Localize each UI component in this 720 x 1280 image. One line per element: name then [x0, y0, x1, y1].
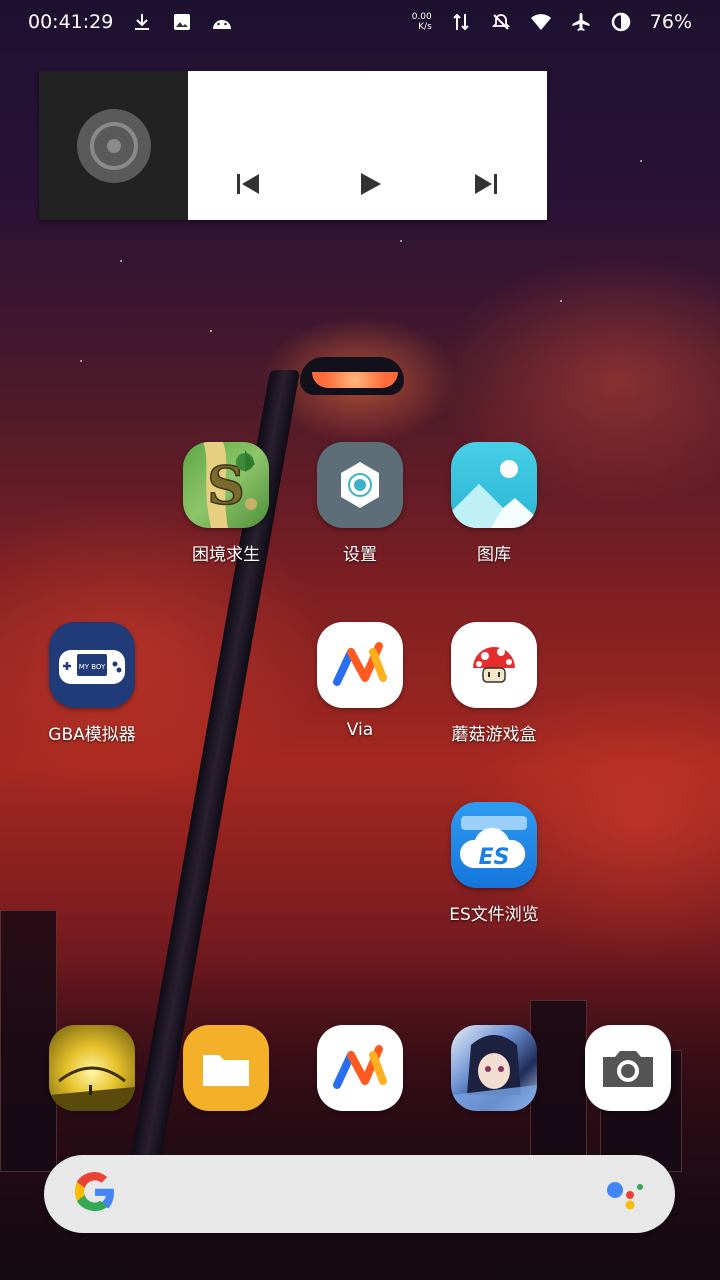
files-icon	[183, 1025, 269, 1111]
es-file-icon: ES	[451, 802, 537, 888]
clock: 00:41:29	[28, 11, 114, 33]
dock-app-via[interactable]	[300, 1025, 420, 1111]
dock-app-scene[interactable]	[32, 1025, 152, 1111]
gba-emulator-icon: MY BOY	[49, 622, 135, 708]
image-icon	[171, 11, 193, 33]
app-es-file-explorer[interactable]: ES ES文件浏览	[434, 802, 554, 925]
app-label: ES文件浏览	[449, 905, 539, 925]
disc-icon	[76, 108, 151, 183]
app-label: 蘑菇游戏盒	[451, 725, 537, 745]
app-gba-emulator[interactable]: MY BOY GBA模拟器	[32, 622, 152, 745]
gallery-icon	[451, 442, 537, 528]
star	[210, 330, 212, 332]
star	[80, 360, 82, 362]
play-icon	[361, 173, 381, 195]
play-button[interactable]	[350, 169, 390, 199]
android-icon	[211, 11, 233, 33]
music-controls	[188, 71, 547, 220]
camera-icon	[585, 1025, 671, 1111]
star	[560, 300, 562, 302]
app-label: 图库	[477, 545, 511, 565]
assistant-icon[interactable]	[603, 1170, 647, 1218]
dock-app-anime[interactable]	[434, 1025, 554, 1111]
next-button[interactable]	[466, 169, 506, 199]
google-search-bar[interactable]	[44, 1155, 675, 1233]
via-icon	[317, 622, 403, 708]
app-kunjing-qiusheng[interactable]: S 困境求生	[166, 442, 286, 565]
app-label: Via	[346, 720, 374, 740]
via-icon	[317, 1025, 403, 1111]
battery-saver-icon	[610, 11, 632, 33]
previous-button[interactable]	[228, 169, 268, 199]
yellow-scene-icon	[49, 1025, 135, 1111]
status-bar: 00:41:29 0.00 K/s 76%	[0, 0, 720, 44]
google-logo-icon[interactable]	[72, 1169, 118, 1219]
wifi-icon	[530, 11, 552, 33]
data-arrows-icon	[450, 11, 472, 33]
app-label: 设置	[343, 545, 377, 565]
star	[120, 260, 122, 262]
download-icon	[131, 11, 153, 33]
star	[640, 160, 642, 162]
app-label: 困境求生	[192, 545, 260, 565]
battery-percent: 76%	[649, 11, 692, 33]
svg-text:ES: ES	[479, 845, 510, 870]
music-widget[interactable]	[39, 71, 547, 220]
network-speed: 0.00 K/s	[411, 12, 432, 32]
survival-game-icon: S	[183, 442, 269, 528]
street-lamp-light	[312, 372, 398, 388]
previous-icon	[237, 174, 259, 194]
airplane-icon	[570, 11, 592, 33]
next-icon	[475, 174, 497, 194]
dock-app-files[interactable]	[166, 1025, 286, 1111]
mushroom-icon	[451, 622, 537, 708]
app-via[interactable]: Via	[300, 622, 420, 740]
settings-icon	[317, 442, 403, 528]
app-label: GBA模拟器	[48, 725, 136, 745]
app-mushroom-games[interactable]: 蘑菇游戏盒	[434, 622, 554, 745]
anime-character-icon	[451, 1025, 537, 1111]
star	[400, 240, 402, 242]
app-settings[interactable]: 设置	[300, 442, 420, 565]
album-art[interactable]	[39, 71, 188, 220]
dock-app-camera[interactable]	[568, 1025, 688, 1111]
app-gallery[interactable]: 图库	[434, 442, 554, 565]
svg-text:MY BOY: MY BOY	[79, 663, 106, 671]
mute-icon	[490, 11, 512, 33]
